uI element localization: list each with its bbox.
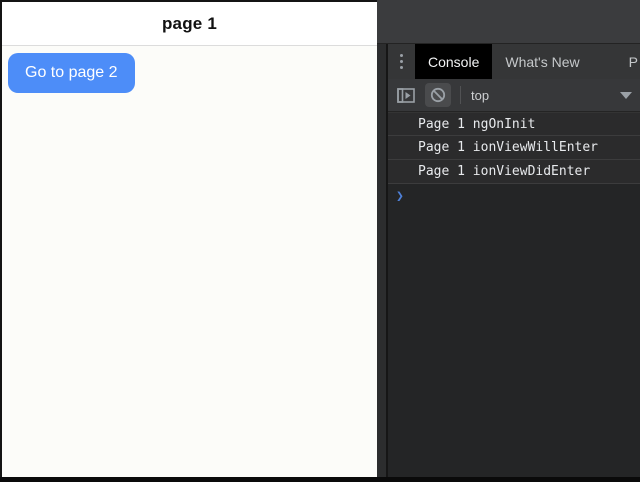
- tab-console[interactable]: Console: [415, 44, 492, 79]
- console-output[interactable]: Page 1 ngOnInit Page 1 ionViewWillEnter …: [388, 112, 640, 477]
- devtools-top-strip: [377, 0, 640, 44]
- console-sidebar-icon[interactable]: [394, 84, 418, 106]
- log-message: Page 1 ionViewDidEnter: [388, 160, 640, 184]
- tabbar-spacer: [593, 44, 625, 79]
- prompt-chevron-icon: ❯: [396, 189, 404, 204]
- panel-divider[interactable]: [377, 44, 388, 477]
- clear-console-icon[interactable]: [425, 83, 451, 107]
- log-message: Page 1 ionViewWillEnter: [388, 136, 640, 160]
- app-header: page 1: [2, 2, 377, 46]
- log-message: Page 1 ngOnInit: [388, 112, 640, 136]
- toolbar-separator: [460, 86, 461, 104]
- page-title: page 1: [162, 14, 217, 34]
- screen: page 1 Go to page 2 Console What's New P: [0, 0, 640, 482]
- console-toolbar: top: [388, 79, 640, 112]
- console-prompt[interactable]: ❯: [388, 184, 640, 209]
- dropdown-arrow-icon[interactable]: [620, 92, 632, 99]
- tab-whats-new[interactable]: What's New: [492, 44, 592, 79]
- context-selector[interactable]: top: [471, 88, 489, 103]
- more-options-button[interactable]: [388, 44, 415, 79]
- app-content: Go to page 2: [2, 46, 377, 477]
- devtools-tabbar: Console What's New P: [388, 44, 640, 79]
- kebab-menu-icon: [400, 54, 403, 69]
- tab-partial[interactable]: P: [625, 44, 640, 79]
- devtools-body: Console What's New P: [377, 44, 640, 477]
- devtools-panel: Console What's New P: [377, 0, 640, 477]
- app-preview-panel: page 1 Go to page 2: [2, 2, 377, 477]
- devtools-main: Console What's New P: [388, 44, 640, 477]
- go-to-page-2-button[interactable]: Go to page 2: [8, 53, 135, 93]
- bottom-bar: [0, 477, 640, 482]
